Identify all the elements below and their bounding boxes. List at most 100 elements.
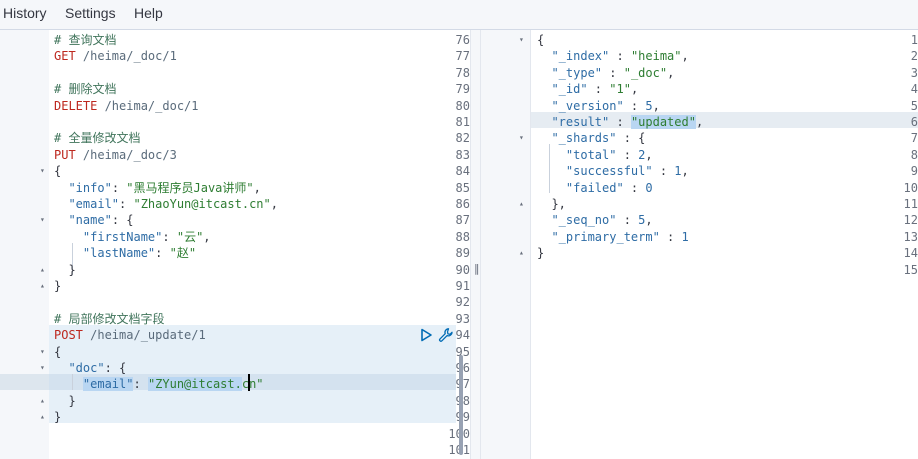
request-scrollbar[interactable]	[459, 355, 463, 455]
token-punc: },	[537, 197, 566, 211]
line-number: 78	[455, 65, 470, 80]
token-punc: ,	[630, 82, 639, 97]
fold-collapse-icon[interactable]: ▾	[40, 360, 45, 376]
fold-collapse-icon[interactable]: ▾	[519, 32, 524, 48]
token-punc	[54, 213, 68, 227]
code-text: }	[54, 393, 76, 409]
text-cursor	[248, 374, 250, 391]
token-punc: ,	[695, 115, 704, 129]
request-line: 96 ▾ "doc": {	[0, 360, 470, 376]
line-number: 90	[455, 262, 470, 277]
token-punc: :	[155, 246, 170, 261]
token-comment: # 查询文档	[54, 33, 117, 47]
token-str: "heima"	[630, 49, 682, 64]
menu-history[interactable]: History	[3, 5, 47, 21]
response-line: 1 ▾ {	[481, 32, 918, 48]
fold-collapse-icon[interactable]: ▾	[519, 130, 524, 146]
line-number: 11	[903, 197, 918, 211]
request-line: 95 ▾ {	[0, 344, 470, 360]
code-text: "email": "ZhaoYun@itcast.cn",	[54, 196, 278, 212]
resize-handle-icon[interactable]: ‖	[474, 262, 480, 275]
line-number: 3	[910, 65, 918, 80]
token-key: "name"	[68, 213, 112, 228]
token-punc: :	[119, 197, 134, 211]
token-punc: :	[659, 229, 682, 244]
token-str: "ZYun@itcast.	[147, 377, 242, 392]
token-punc: : {	[616, 131, 646, 146]
pane-splitter[interactable]: ‖	[470, 30, 481, 459]
fold-end-icon[interactable]: ▴	[40, 278, 45, 294]
fold-end-icon[interactable]: ▴	[40, 409, 45, 425]
code-text: "info": "黑马程序员Java讲师",	[54, 180, 260, 196]
token-key: "email"	[82, 377, 134, 392]
response-line: 7 ▾ "_shards" : {	[481, 130, 918, 146]
code-text: "failed" : 0	[537, 180, 653, 196]
request-line: 97 "email": "ZYun@itcast.cn"	[0, 376, 470, 392]
code-text: PUT /heima/_doc/3	[54, 147, 177, 163]
fold-collapse-icon[interactable]: ▾	[40, 163, 45, 179]
request-line: 82 # 全量修改文档	[0, 130, 470, 146]
fold-end-icon[interactable]: ▴	[519, 196, 524, 212]
token-key: "_seq_no"	[551, 213, 617, 228]
wrench-icon[interactable]	[438, 327, 454, 343]
request-line: 89 "lastName": "赵"	[0, 245, 470, 261]
line-number: 96	[432, 360, 470, 376]
token-punc: ,	[681, 164, 689, 179]
line-number: 86	[455, 197, 470, 211]
token-key: "_shards"	[551, 131, 617, 146]
fold-end-icon[interactable]: ▴	[40, 262, 45, 278]
token-num: 1	[674, 164, 682, 179]
fold-end-icon[interactable]: ▴	[519, 245, 524, 261]
play-icon[interactable]	[418, 327, 434, 343]
token-punc: :	[652, 164, 675, 179]
token-method: DELETE	[54, 98, 98, 113]
request-editor[interactable]: 76 # 查询文档 77 GET /heima/_doc/1 78 79 # 删除文档 80 D…	[0, 30, 470, 459]
token-punc: :	[587, 82, 610, 97]
line-number: 13	[903, 229, 918, 244]
code-text: "result" : "updated",	[537, 114, 703, 130]
token-punc	[54, 197, 68, 211]
request-line: 101	[0, 442, 470, 458]
token-punc: {	[54, 164, 62, 179]
token-punc: :	[623, 180, 646, 195]
code-text: {	[54, 163, 61, 179]
token-comment: # 全量修改文档	[54, 131, 141, 146]
token-punc: }	[54, 410, 62, 425]
fold-end-icon[interactable]: ▴	[40, 393, 45, 409]
menu-help[interactable]: Help	[134, 5, 163, 21]
line-number: 15	[903, 262, 918, 277]
request-line: 92	[0, 294, 470, 310]
menu-settings[interactable]: Settings	[65, 5, 116, 21]
line-number: 83	[455, 147, 470, 162]
token-str: "赵"	[169, 246, 197, 261]
line-number: 92	[455, 295, 470, 310]
token-url: /heima/_doc/3	[75, 147, 177, 162]
response-line: 5 "_version" : 5,	[481, 98, 918, 114]
token-punc: ,	[667, 65, 675, 80]
line-number: 81	[455, 115, 470, 129]
token-punc: }	[54, 393, 76, 408]
token-key: "total"	[565, 147, 617, 162]
request-line: 78	[0, 65, 470, 81]
code-text: # 删除文档	[54, 81, 116, 97]
token-key: "result"	[551, 115, 610, 129]
line-number: 95	[455, 344, 470, 359]
line-number: 1	[910, 33, 918, 47]
code-text: {	[537, 32, 544, 48]
code-text: }	[54, 262, 75, 278]
token-punc: :	[623, 98, 646, 113]
token-punc: ,	[645, 213, 653, 228]
token-punc: :	[616, 213, 639, 228]
fold-collapse-icon[interactable]: ▾	[40, 344, 45, 360]
response-line: 2 "_index" : "heima",	[481, 48, 918, 64]
line-number: 76	[455, 33, 470, 47]
code-text: "total" : 2,	[537, 147, 653, 163]
line-number: 6	[910, 115, 918, 129]
token-punc: : {	[104, 361, 127, 375]
token-punc	[537, 164, 566, 178]
request-line: 91 ▴}	[0, 278, 470, 294]
code-text: {	[54, 344, 61, 360]
request-line: 100	[0, 426, 470, 442]
fold-collapse-icon[interactable]: ▾	[40, 212, 45, 228]
code-text: "email": "ZYun@itcast.cn"	[54, 376, 264, 392]
